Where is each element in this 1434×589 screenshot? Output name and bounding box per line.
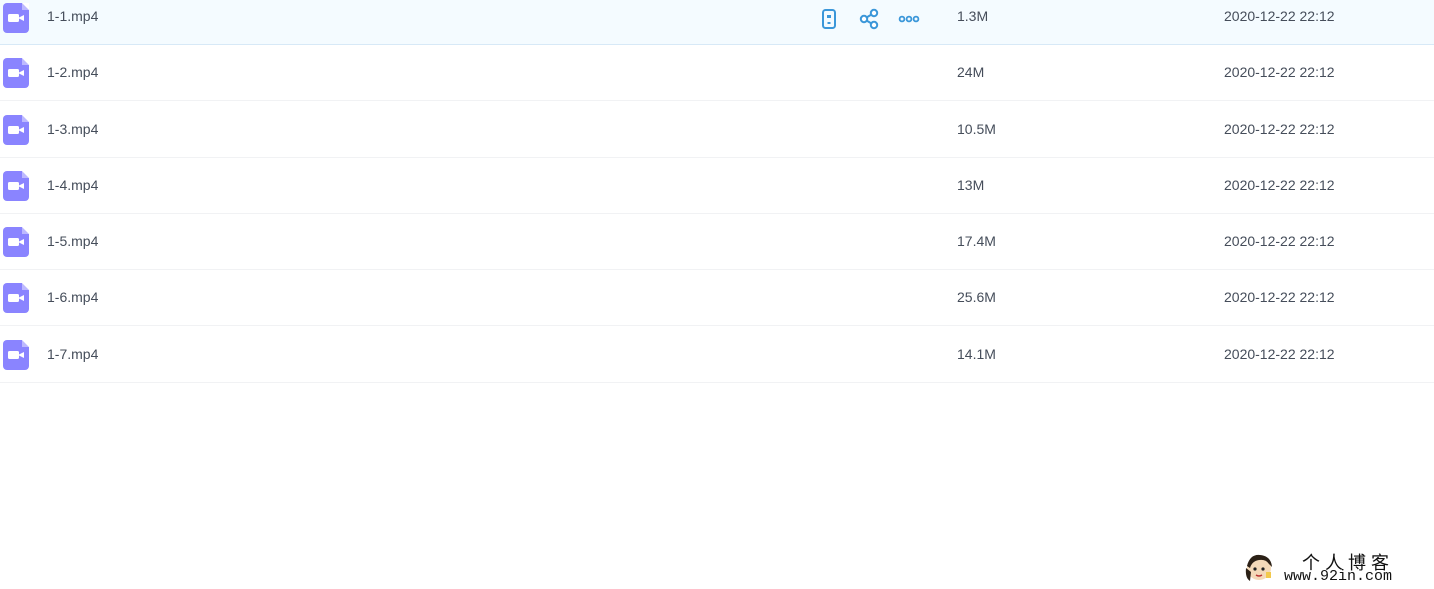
file-size: 1.3M [957,8,989,24]
file-date: 2020-12-22 22:12 [1224,177,1335,193]
file-size: 25.6M [957,289,996,305]
file-date: 2020-12-22 22:12 [1224,8,1335,24]
file-row[interactable]: 1-3.mp4 10.5M 2020-12-22 22:12 [0,102,1434,158]
file-name[interactable]: 1-1.mp4 [47,6,98,26]
file-date: 2020-12-22 22:12 [1224,233,1335,249]
file-row[interactable]: 1-1.mp4 1.3M 2020-12-22 22:12 [0,0,1434,45]
file-name[interactable]: 1-3.mp4 [47,119,98,139]
video-file-icon [3,340,29,370]
file-date: 2020-12-22 22:12 [1224,64,1335,80]
file-row[interactable]: 1-5.mp4 17.4M 2020-12-22 22:12 [0,214,1434,270]
file-name[interactable]: 1-6.mp4 [47,287,98,307]
file-name[interactable]: 1-4.mp4 [47,175,98,195]
video-file-icon [3,227,29,257]
file-name[interactable]: 1-7.mp4 [47,344,98,364]
avatar-icon [1245,554,1272,581]
file-row[interactable]: 1-2.mp4 24M 2020-12-22 22:12 [0,45,1434,101]
file-size: 10.5M [957,121,996,137]
file-name[interactable]: 1-5.mp4 [47,231,98,251]
file-row[interactable]: 1-7.mp4 14.1M 2020-12-22 22:12 [0,327,1434,383]
file-size: 13M [957,177,985,193]
video-file-icon [3,3,29,33]
row-actions [818,8,928,30]
file-size: 24M [957,64,985,80]
video-file-icon [3,115,29,145]
phone-icon[interactable] [818,8,840,30]
file-date: 2020-12-22 22:12 [1224,289,1335,305]
file-name[interactable]: 1-2.mp4 [47,62,98,82]
watermark: 个人博客 www.92in.com [1240,544,1430,589]
file-date: 2020-12-22 22:12 [1224,346,1335,362]
file-row[interactable]: 1-6.mp4 25.6M 2020-12-22 22:12 [0,270,1434,326]
video-file-icon [3,171,29,201]
video-file-icon [3,58,29,88]
more-icon[interactable] [898,8,920,30]
watermark-url: www.92in.com [1284,568,1393,585]
video-file-icon [3,283,29,313]
file-row[interactable]: 1-4.mp4 13M 2020-12-22 22:12 [0,158,1434,214]
file-size: 17.4M [957,233,996,249]
file-size: 14.1M [957,346,996,362]
file-date: 2020-12-22 22:12 [1224,121,1335,137]
share-icon[interactable] [858,8,880,30]
